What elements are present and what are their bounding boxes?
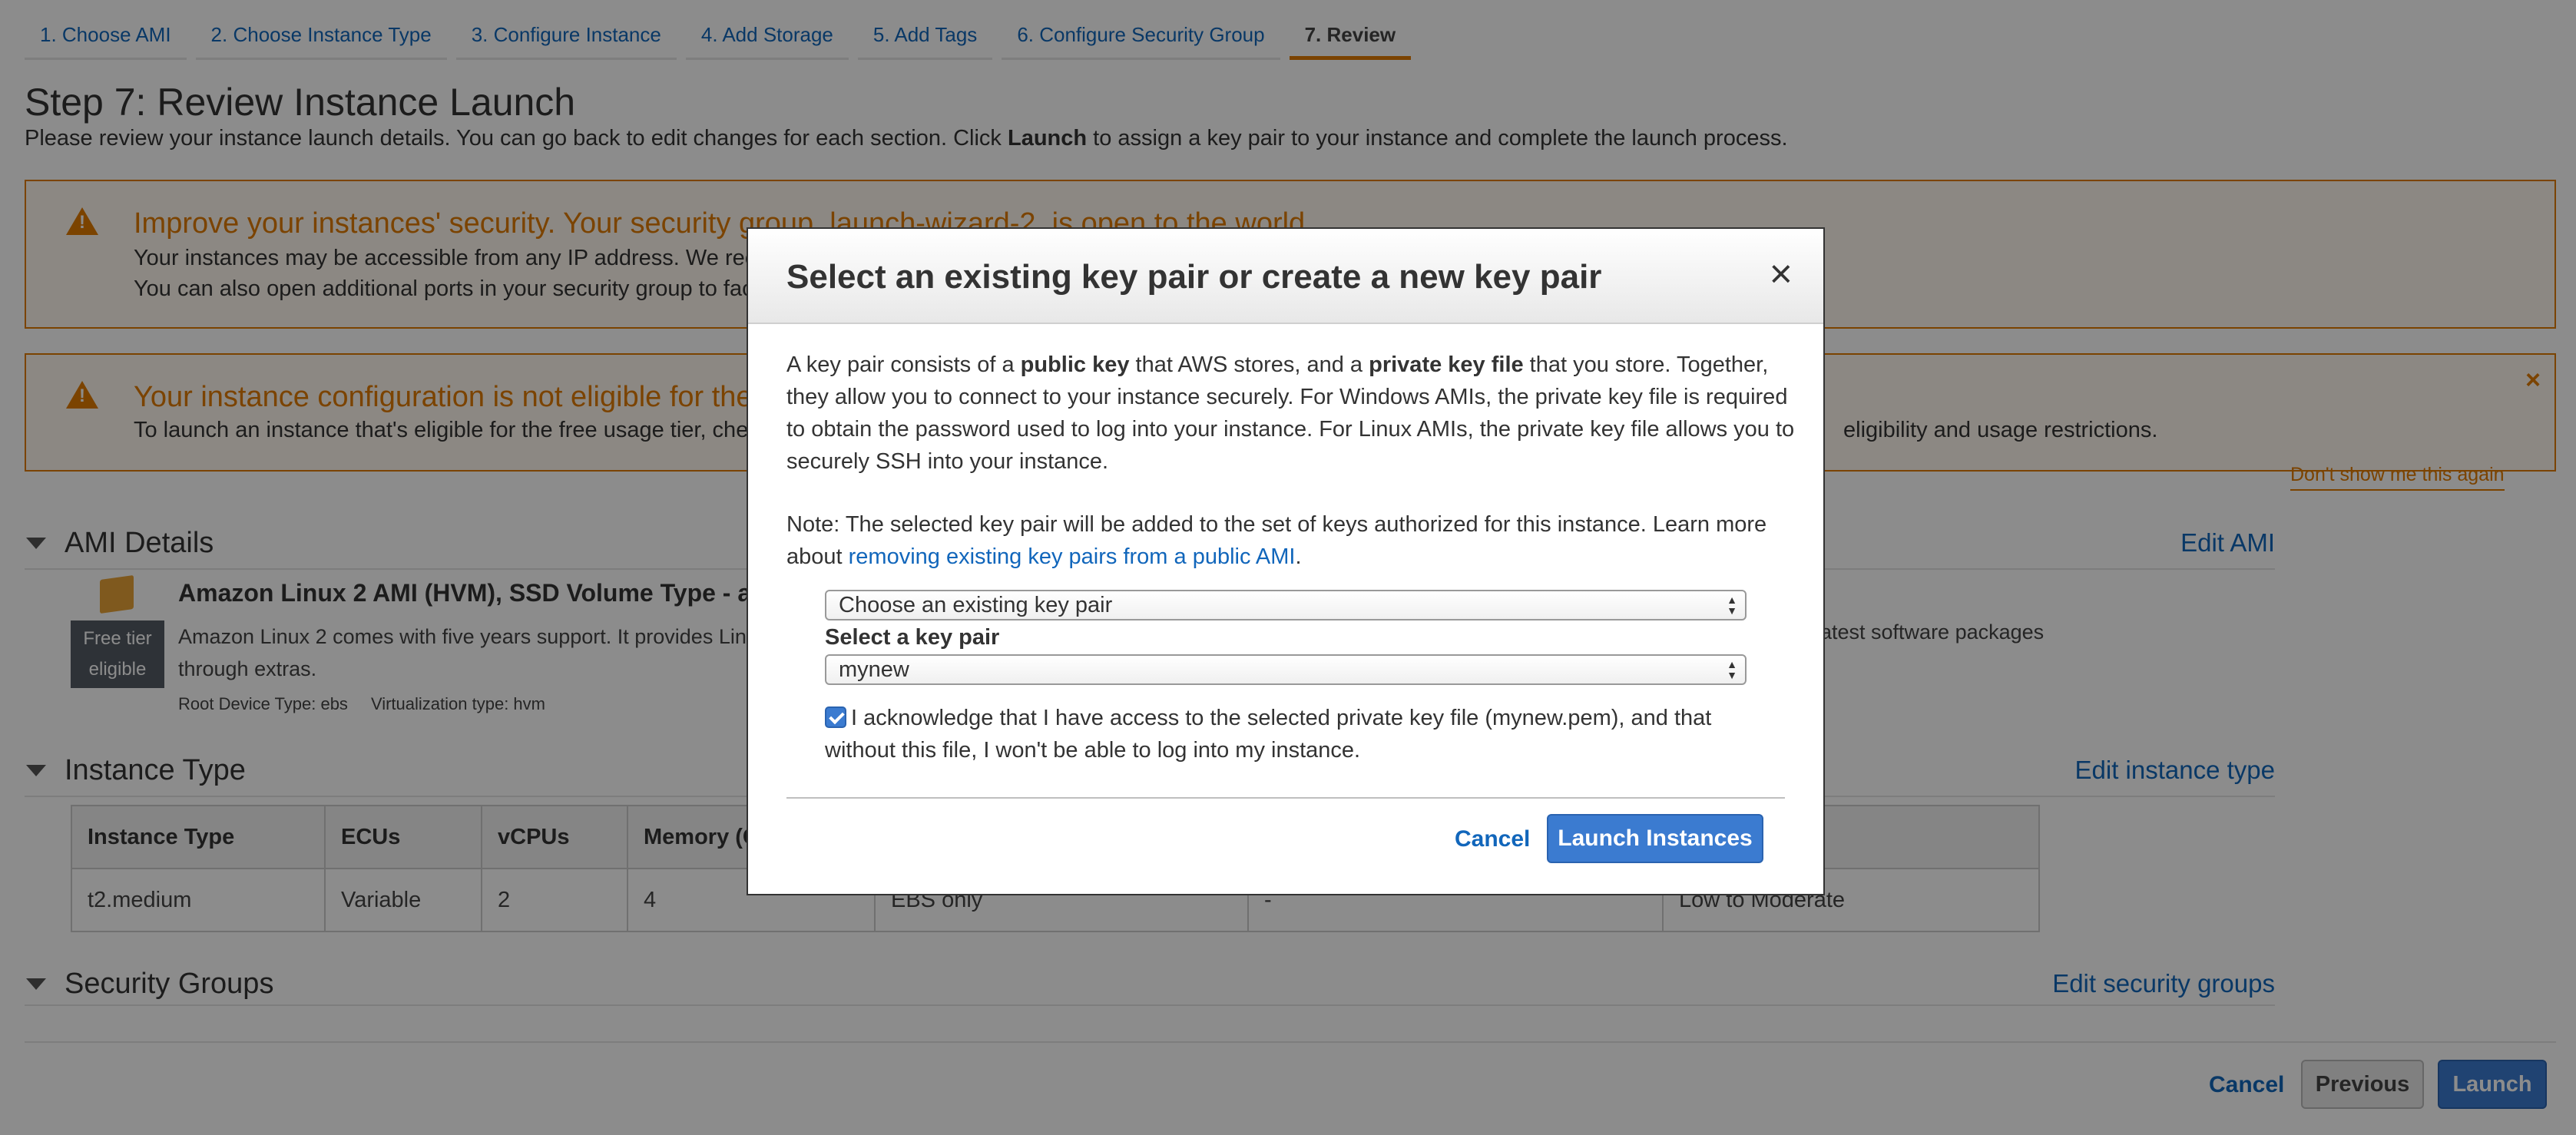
key-pair-dialog: Select an existing key pair or create a … xyxy=(747,227,1825,895)
launch-instances-button[interactable]: Launch Instances xyxy=(1547,814,1763,863)
close-icon[interactable]: × xyxy=(1770,254,1793,294)
acknowledge-row: I acknowledge that I have access to the … xyxy=(825,706,1712,763)
key-pair-explanation: A key pair consists of a public key that… xyxy=(786,352,1795,474)
key-pair-mode-select[interactable]: Choose an existing key pair ▲ ▼ xyxy=(825,590,1747,620)
removing-key-pairs-link[interactable]: removing existing key pairs from a publi… xyxy=(849,544,1296,569)
acknowledge-checkbox[interactable] xyxy=(825,706,846,728)
select-arrows-icon: ▲ ▼ xyxy=(1727,658,1737,681)
key-pair-label: Select a key pair xyxy=(825,625,1000,650)
select-arrows-icon: ▲ ▼ xyxy=(1727,594,1737,617)
dialog-title: Select an existing key pair or create a … xyxy=(786,258,1602,296)
dialog-header: Select an existing key pair or create a … xyxy=(748,229,1823,324)
key-pair-note: Note: The selected key pair will be adde… xyxy=(786,512,1767,569)
dialog-divider xyxy=(786,797,1785,799)
dialog-cancel-button[interactable]: Cancel xyxy=(1455,826,1530,852)
key-pair-select[interactable]: mynew ▲ ▼ xyxy=(825,654,1747,685)
